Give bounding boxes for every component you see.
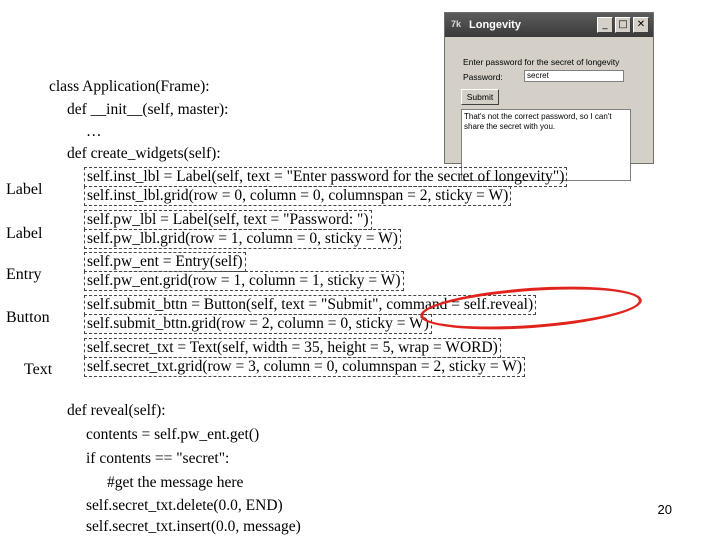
code-line-ellipsis: …: [86, 123, 102, 140]
code-line-create-widgets: def create_widgets(self):: [67, 145, 221, 162]
page-number: 20: [657, 502, 672, 517]
window-client-area: Enter password for the secret of longevi…: [445, 37, 653, 181]
side-label-label-1: Label: [6, 181, 43, 198]
longevity-window: 7k Longevity _ □ ✕ Enter password for th…: [444, 12, 654, 181]
side-label-text: Text: [24, 361, 53, 378]
code-line-insert: self.secret_txt.insert(0.0, message): [86, 518, 301, 535]
password-entry[interactable]: secret: [524, 70, 624, 82]
code-line-pw-lbl: self.pw_lbl = Label(self, text = "Passwo…: [84, 210, 372, 230]
code-line-pw-lbl-grid: self.pw_lbl.grid(row = 1, column = 0, st…: [84, 229, 401, 249]
code-line-if: if contents == "secret":: [86, 450, 230, 467]
window-titlebar[interactable]: 7k Longevity _ □ ✕: [445, 13, 653, 37]
code-line-secret-txt-grid: self.secret_txt.grid(row = 3, column = 0…: [84, 357, 526, 377]
instruction-label: Enter password for the secret of longevi…: [463, 57, 620, 67]
code-line-delete: self.secret_txt.delete(0.0, END): [86, 497, 283, 514]
side-label-label-2: Label: [6, 225, 43, 242]
code-line-pw-ent-grid: self.pw_ent.grid(row = 1, column = 1, st…: [84, 271, 404, 291]
code-line-init: def __init__(self, master):: [67, 101, 229, 118]
code-line-class: class Application(Frame):: [49, 78, 210, 95]
code-line-secret-txt: self.secret_txt = Text(self, width = 35,…: [84, 338, 501, 358]
maximize-button[interactable]: □: [615, 17, 631, 33]
code-line-comment: #get the message here: [107, 474, 244, 491]
code-line-inst-lbl: self.inst_lbl = Label(self, text = "Ente…: [84, 167, 568, 187]
highlight-oval: [418, 280, 644, 336]
window-title: Longevity: [469, 19, 521, 31]
submit-button[interactable]: Submit: [461, 89, 499, 105]
code-line-reveal: def reveal(self):: [67, 402, 166, 419]
code-line-submit-bttn-grid: self.submit_bttn.grid(row = 2, column = …: [84, 314, 432, 334]
password-label: Password:: [463, 72, 503, 82]
code-line-pw-ent: self.pw_ent = Entry(self): [84, 252, 246, 272]
code-line-contents: contents = self.pw_ent.get(): [86, 426, 260, 443]
side-label-button: Button: [6, 309, 50, 326]
minimize-button[interactable]: _: [597, 17, 613, 33]
code-line-inst-lbl-grid: self.inst_lbl.grid(row = 0, column = 0, …: [84, 186, 512, 206]
close-button[interactable]: ✕: [633, 17, 649, 33]
side-label-entry: Entry: [6, 266, 42, 283]
tk-feather-icon: 7k: [451, 19, 462, 29]
